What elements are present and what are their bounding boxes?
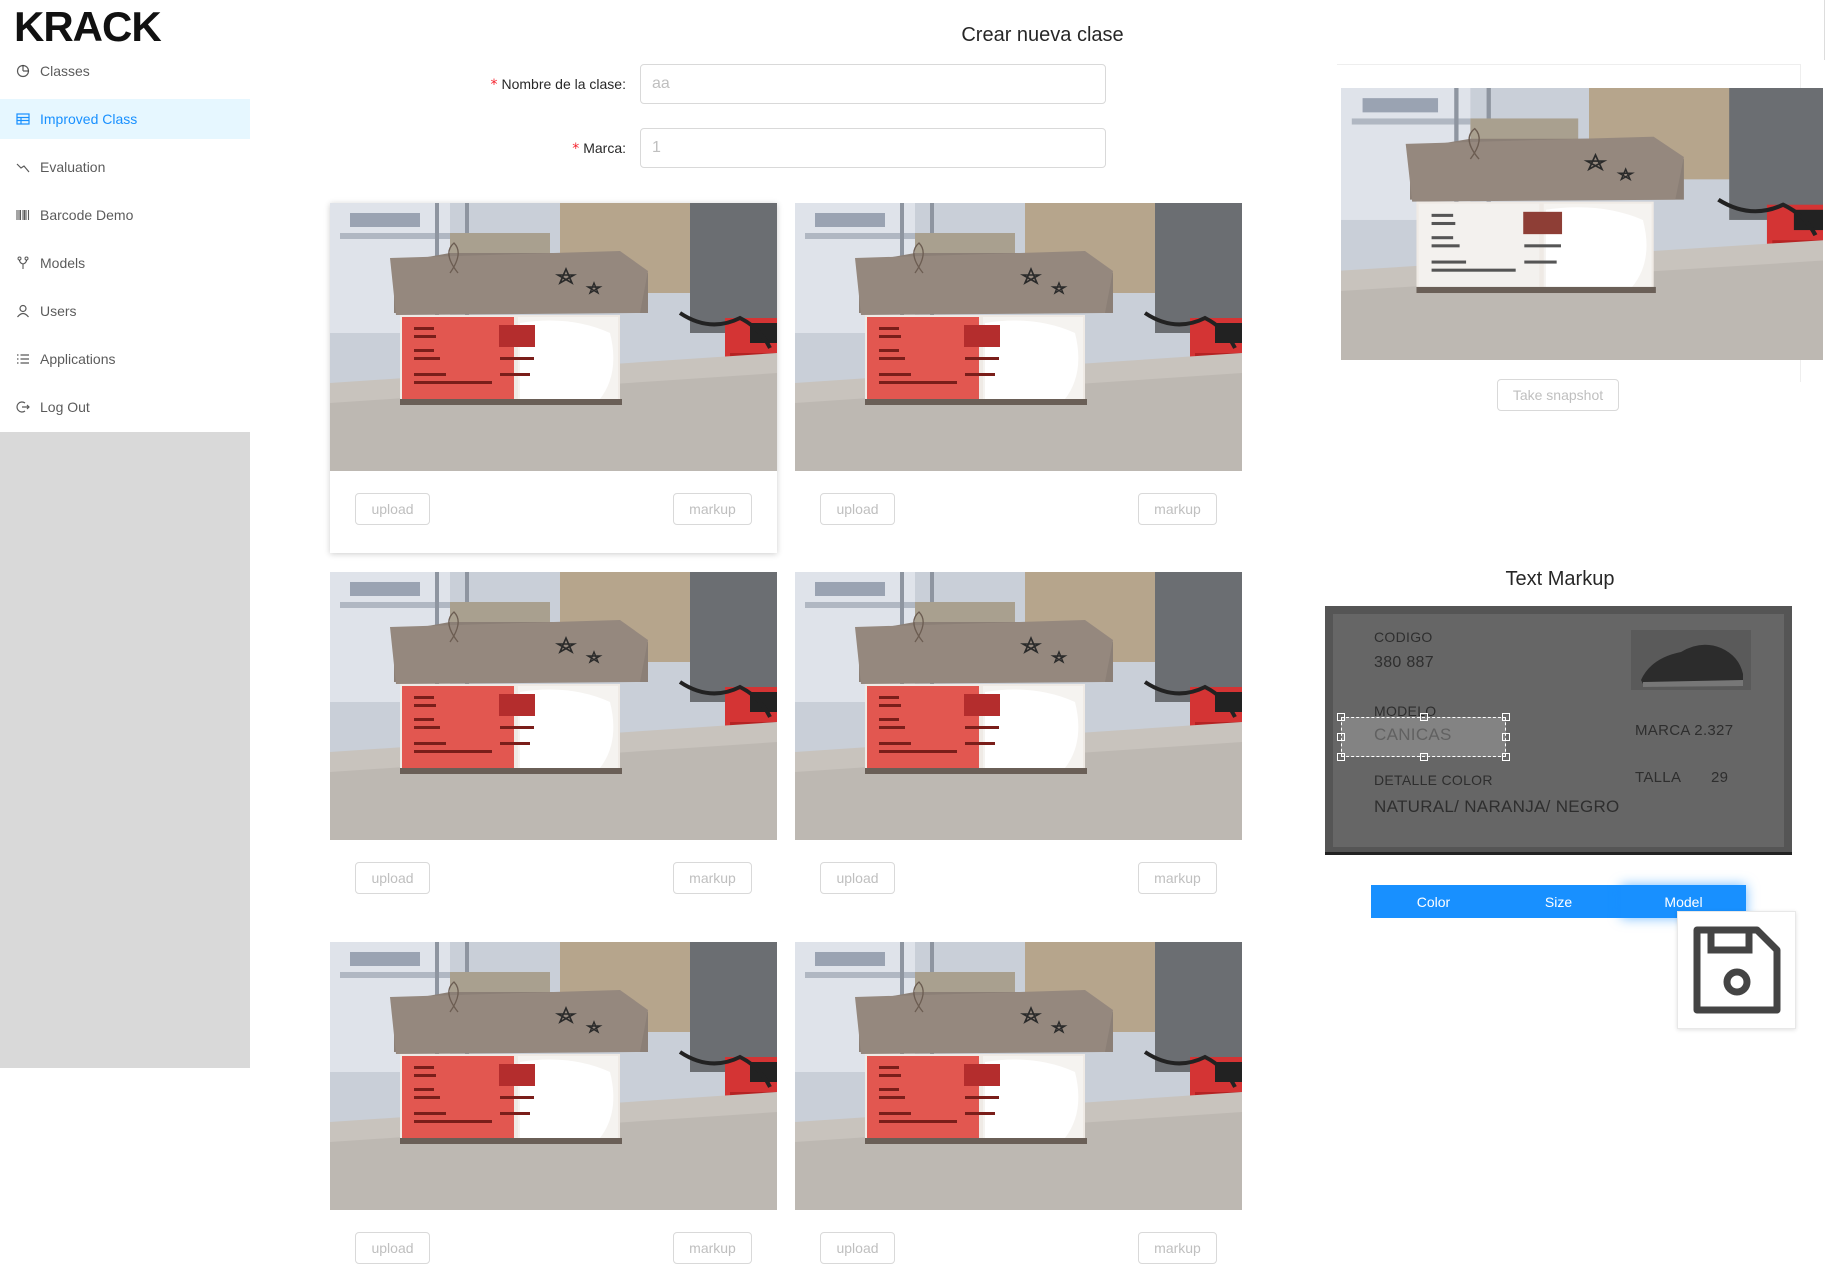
upload-button[interactable]: upload xyxy=(820,493,895,525)
segment-size[interactable]: Size xyxy=(1496,885,1621,918)
brand-input[interactable] xyxy=(640,128,1106,168)
image-card: upload markup xyxy=(795,572,1242,894)
sidebar-item-log-out[interactable]: Log Out xyxy=(0,387,250,427)
detalle-value: NATURAL/ NARANJA/ NEGRO xyxy=(1374,797,1620,816)
sidebar-menu-area: KRACK Classes Improved Class Evaluation … xyxy=(0,0,250,432)
markup-button[interactable]: markup xyxy=(1138,1232,1217,1264)
logout-icon xyxy=(16,400,30,414)
sidebar-item-label: Log Out xyxy=(40,399,90,415)
shoe-box-photo xyxy=(795,203,1242,471)
markup-button[interactable]: markup xyxy=(1138,493,1217,525)
sidebar-item-barcode-demo[interactable]: Barcode Demo xyxy=(0,195,250,235)
upload-button[interactable]: upload xyxy=(820,862,895,894)
card-actions: upload markup xyxy=(795,1232,1242,1266)
image-card: upload markup xyxy=(795,203,1242,525)
barcode-icon xyxy=(16,208,30,222)
card-actions: upload markup xyxy=(330,862,777,896)
brand-label: * Marca: xyxy=(572,139,626,157)
krack-logo: KRACK xyxy=(14,6,162,46)
image-card: upload markup xyxy=(795,942,1242,1264)
sidebar-item-classes[interactable]: Classes xyxy=(0,51,250,91)
camera-preview xyxy=(1341,88,1823,360)
image-card: upload markup xyxy=(330,203,777,553)
markup-button[interactable]: markup xyxy=(673,1232,752,1264)
sidebar-item-label: Applications xyxy=(40,351,116,367)
card-actions: upload markup xyxy=(795,862,1242,896)
card-actions: upload markup xyxy=(795,493,1242,527)
take-snapshot-button[interactable]: Take snapshot xyxy=(1497,379,1619,411)
sidebar-item-label: Evaluation xyxy=(40,159,106,175)
marca-text: MARCA 2.327 xyxy=(1635,722,1734,739)
list-icon xyxy=(16,352,30,366)
codigo-value: 380 887 xyxy=(1374,654,1434,671)
sidebar-item-evaluation[interactable]: Evaluation xyxy=(0,147,250,187)
sidebar-item-label: Users xyxy=(40,303,77,319)
shoe-box-photo xyxy=(795,942,1242,1210)
upload-button[interactable]: upload xyxy=(820,1232,895,1264)
brand-row: * Marca: xyxy=(440,128,1106,168)
line-chart-icon xyxy=(16,160,30,174)
upload-button[interactable]: upload xyxy=(355,1232,430,1264)
sidebar-item-label: Classes xyxy=(40,63,90,79)
sidebar-item-label: Improved Class xyxy=(40,111,138,127)
codigo-text: CODIGO xyxy=(1374,629,1433,645)
user-icon xyxy=(16,304,30,318)
save-icon xyxy=(1693,926,1780,1014)
pie-chart-icon xyxy=(16,64,30,78)
shoe-box-photo xyxy=(330,203,777,471)
shoe-box-photo xyxy=(330,942,777,1210)
sidebar-item-models[interactable]: Models xyxy=(0,243,250,283)
resize-handle[interactable] xyxy=(1502,713,1510,721)
resize-handle[interactable] xyxy=(1420,753,1428,761)
sidebar-nav: Classes Improved Class Evaluation Barcod… xyxy=(0,51,250,435)
resize-handle[interactable] xyxy=(1420,713,1428,721)
segment-color[interactable]: Color xyxy=(1371,885,1496,918)
required-mark: * xyxy=(572,140,580,157)
sidebar-item-applications[interactable]: Applications xyxy=(0,339,250,379)
image-card: upload markup xyxy=(330,572,777,894)
card-actions: upload markup xyxy=(330,1232,777,1266)
resize-handle[interactable] xyxy=(1337,753,1345,761)
shoe-box-photo xyxy=(330,572,777,840)
markup-button[interactable]: markup xyxy=(673,493,752,525)
markup-button[interactable]: markup xyxy=(673,862,752,894)
upload-button[interactable]: upload xyxy=(355,493,430,525)
talla-value: 29 xyxy=(1711,769,1729,786)
svg-text:KRACK: KRACK xyxy=(14,6,161,46)
shoe-thumbnail xyxy=(1631,630,1751,690)
sidebar-item-users[interactable]: Users xyxy=(0,291,250,331)
markup-button[interactable]: markup xyxy=(1138,862,1217,894)
resize-handle[interactable] xyxy=(1337,713,1345,721)
resize-handle[interactable] xyxy=(1337,733,1345,741)
upload-button[interactable]: upload xyxy=(355,862,430,894)
page-title: Crear nueva clase xyxy=(961,24,1124,46)
sidebar-item-label: Models xyxy=(40,255,86,271)
resize-handle[interactable] xyxy=(1502,733,1510,741)
talla-text: TALLA xyxy=(1635,769,1682,786)
class-name-input[interactable] xyxy=(640,64,1106,104)
fork-icon xyxy=(16,256,30,270)
card-actions: upload markup xyxy=(330,493,777,527)
class-name-label: * Nombre de la clase: xyxy=(490,75,626,93)
image-card: upload markup xyxy=(330,942,777,1264)
sidebar-item-improved-class[interactable]: Improved Class xyxy=(0,99,250,139)
text-selection-box[interactable] xyxy=(1337,713,1510,761)
table-icon xyxy=(16,112,30,126)
text-markup-title: Text Markup xyxy=(1505,568,1615,590)
sidebar-item-label: Barcode Demo xyxy=(40,207,134,223)
detalle-text: DETALLE COLOR xyxy=(1374,772,1493,788)
sidebar: KRACK Classes Improved Class Evaluation … xyxy=(0,0,250,1068)
class-name-row: * Nombre de la clase: xyxy=(440,64,1106,104)
required-mark: * xyxy=(490,76,498,93)
resize-handle[interactable] xyxy=(1502,753,1510,761)
shoe-box-photo xyxy=(795,572,1242,840)
save-button[interactable] xyxy=(1677,911,1796,1029)
